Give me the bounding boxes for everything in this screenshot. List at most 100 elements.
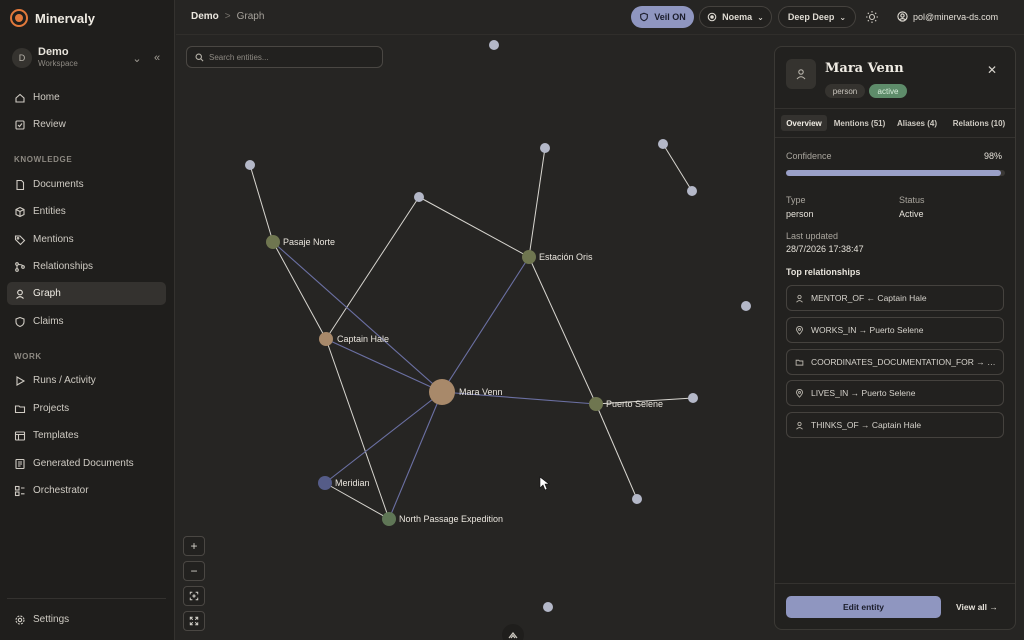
brand-name: Minervaly (35, 10, 95, 26)
breadcrumb-root[interactable]: Demo (191, 11, 219, 22)
panel-divider (775, 583, 1015, 584)
graph-node[interactable] (632, 494, 642, 504)
entity-title: Mara Venn (825, 61, 904, 76)
graph-edge (272, 241, 443, 393)
model-icon (707, 12, 717, 22)
template-icon (14, 430, 26, 442)
sidebar-item-templates[interactable]: Templates (7, 424, 166, 447)
search-input[interactable] (209, 52, 369, 62)
sidebar-item-label: Relationships (33, 261, 94, 272)
graph-node-mara-venn[interactable] (429, 379, 455, 405)
shield-icon (640, 12, 649, 22)
relationship-text: LIVES_IN → Puerto Selene (811, 388, 916, 398)
graph-canvas[interactable]: Mara Venn Pasaje Norte Captain Hale Esta… (176, 36, 774, 640)
entity-type-badge: person (825, 84, 865, 98)
folder-icon (14, 403, 26, 415)
graph-node[interactable] (658, 139, 668, 149)
graph-node-pasaje-norte[interactable] (266, 235, 280, 249)
graph-node-meridian[interactable] (318, 476, 332, 490)
entity-avatar (786, 59, 816, 89)
relationship-item[interactable]: THINKS_OF → Captain Hale (786, 412, 1004, 438)
sidebar-item-orchestrator[interactable]: Orchestrator (7, 479, 166, 502)
graph-node-label: Estación Oris (539, 252, 593, 262)
sidebar-item-home[interactable]: Home (7, 86, 166, 109)
workspace-switcher[interactable]: D Demo Workspace ⌄ « (12, 45, 164, 71)
workspace-sub: Workspace (38, 59, 78, 68)
sidebar-item-mentions[interactable]: Mentions (7, 228, 166, 251)
graph-node-captain-hale[interactable] (319, 332, 333, 346)
graph-edge (388, 391, 443, 520)
graph-node[interactable] (688, 393, 698, 403)
confidence-label: Confidence (786, 151, 832, 161)
last-updated-value: 28/7/2026 17:38:47 (786, 244, 864, 254)
graph-node[interactable] (540, 143, 550, 153)
relationship-item[interactable]: LIVES_IN → Puerto Selene (786, 380, 1004, 406)
sun-icon[interactable] (865, 10, 879, 24)
relationship-item[interactable]: MENTOR_OF ← Captain Hale (786, 285, 1004, 311)
breadcrumb-separator-icon: > (224, 11, 231, 22)
sidebar-item-generated-documents[interactable]: Generated Documents (7, 452, 166, 475)
sidebar-item-graph[interactable]: Graph (7, 282, 166, 305)
review-icon (14, 119, 26, 131)
mode-selector[interactable]: Deep Deep ⌄ (778, 6, 856, 28)
relationship-text: WORKS_IN → Puerto Selene (811, 325, 924, 335)
sidebar-item-label: Claims (33, 316, 64, 327)
sidebar-item-runs[interactable]: Runs / Activity (7, 369, 166, 392)
bottom-drawer-handle[interactable] (502, 624, 524, 640)
graph-node-label: Captain Hale (337, 334, 389, 344)
graph-node-north-passage-expedition[interactable] (382, 512, 396, 526)
confidence-bar (786, 170, 1005, 176)
tab-mentions[interactable]: Mentions (51) (832, 115, 887, 131)
entity-detail-panel: Mara Venn ✕ person active Overview Menti… (774, 46, 1016, 630)
model-selector[interactable]: Noema ⌄ (699, 6, 772, 28)
veil-toggle-button[interactable]: Veil ON (631, 6, 694, 28)
tab-overview[interactable]: Overview (781, 115, 827, 131)
chevron-up-icon (508, 632, 518, 639)
sidebar-item-entities[interactable]: Entities (7, 200, 166, 223)
tab-relations[interactable]: Relations (10) (950, 115, 1008, 131)
sidebar-item-projects[interactable]: Projects (7, 397, 166, 420)
sidebar-item-label: Mentions (33, 234, 74, 245)
sidebar-item-relationships[interactable]: Relationships (7, 255, 166, 278)
fullscreen-button[interactable] (183, 611, 205, 631)
graph-node-estacion-oris[interactable] (522, 250, 536, 264)
sidebar-item-settings[interactable]: Settings (7, 608, 166, 631)
home-icon (14, 92, 26, 104)
tab-aliases[interactable]: Aliases (4) (895, 115, 939, 131)
collapse-sidebar-icon[interactable]: « (150, 52, 164, 64)
view-all-link[interactable]: View all → (956, 602, 998, 612)
mode-label: Deep Deep (787, 12, 835, 22)
graph-edges (249, 143, 694, 520)
graph-edge (528, 147, 546, 258)
graph-node[interactable] (245, 160, 255, 170)
graph-minor-nodes (245, 40, 751, 612)
graph-node[interactable] (543, 602, 553, 612)
search-icon (195, 53, 204, 61)
sidebar-item-claims[interactable]: Claims (7, 310, 166, 333)
edit-entity-button[interactable]: Edit entity (786, 596, 941, 618)
brand[interactable]: Minervaly (10, 9, 95, 27)
sidebar-item-review[interactable]: Review (7, 113, 166, 136)
shield-icon (14, 316, 26, 328)
fit-view-button[interactable] (183, 586, 205, 606)
location-icon (796, 325, 803, 335)
chevron-down-icon[interactable]: ⌄ (130, 52, 144, 65)
relationship-item[interactable]: COORDINATES_DOCUMENTATION_FOR → North Pa… (786, 349, 1004, 375)
graph-node[interactable] (489, 40, 499, 50)
zoom-in-button[interactable]: + (183, 536, 205, 556)
confidence-value: 98% (984, 151, 1003, 161)
graph-node[interactable] (741, 301, 751, 311)
type-value: person (786, 209, 814, 219)
graph-edge (324, 391, 443, 484)
graph-node[interactable] (414, 192, 424, 202)
graph-node[interactable] (687, 186, 697, 196)
graph-node-label: Mara Venn (459, 387, 503, 397)
user-menu[interactable]: pol@minerva-ds.com (897, 11, 998, 22)
graph-node-puerto-selene[interactable] (589, 397, 603, 411)
close-icon[interactable]: ✕ (987, 63, 997, 77)
sidebar-item-documents[interactable]: Documents (7, 173, 166, 196)
search-box[interactable] (186, 46, 383, 68)
gear-icon (14, 614, 26, 626)
relationship-item[interactable]: WORKS_IN → Puerto Selene (786, 317, 1004, 343)
zoom-out-button[interactable]: − (183, 561, 205, 581)
